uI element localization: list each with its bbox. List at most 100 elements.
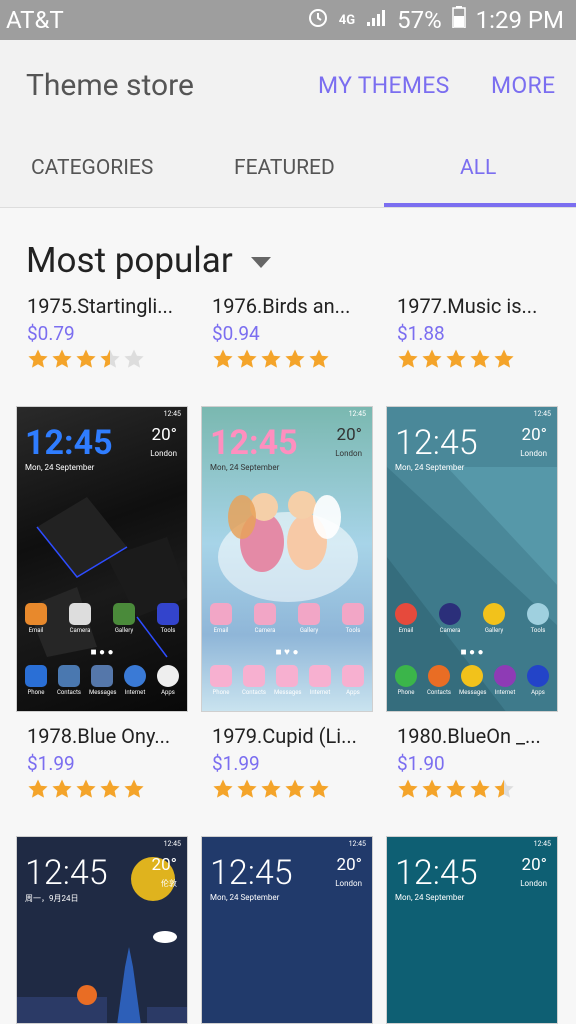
battery-percent: 57% [397, 6, 442, 34]
star-icon [285, 779, 305, 798]
tab-bar: CATEGORIES FEATURED ALL [0, 132, 576, 208]
theme-name: 1976.Birds an... [212, 294, 351, 318]
star-icon [309, 349, 329, 368]
star-icon [309, 779, 329, 798]
star-icon [213, 349, 233, 368]
preview-apps-bottom: Phone Contacts Messages Internet Apps [208, 665, 366, 696]
rating-stars [27, 348, 199, 370]
rating-stars [212, 778, 384, 800]
theme-name: 1978.Blue Ony... [27, 724, 171, 748]
theme-price: $1.99 [212, 752, 260, 775]
preview-apps-top: Email Camera Gallery Tools [23, 603, 181, 634]
star-icon [446, 779, 466, 798]
preview-weather: 20° London [335, 425, 362, 458]
preview-apps-top: Email Camera Gallery Tools [393, 603, 551, 634]
theme-thumbnail-navy[interactable]: 12:45 12:45 20° London Mon, 24 September [201, 836, 373, 1024]
star-icon [422, 349, 442, 368]
preview-apps-bottom: Phone Contacts Messages Internet Apps [23, 665, 181, 696]
theme-price: $1.90 [397, 752, 445, 775]
theme-thumbnail-cupid[interactable]: 12:45 12:45 20° London Mon, 24 September … [201, 406, 373, 712]
tab-featured[interactable]: FEATURED [234, 156, 335, 180]
app-bar: Theme store MY THEMES MORE [0, 40, 576, 132]
star-icon [28, 349, 48, 368]
theme-name: 1979.Cupid (Li... [212, 724, 357, 748]
preview-date: 周一，9月24日 [25, 894, 79, 903]
carrier-label: AT&T [6, 6, 64, 34]
star-icon [52, 349, 72, 368]
preview-time: 12:45 [25, 853, 108, 893]
theme-name: 1977.Music is... [397, 294, 538, 318]
status-bar: AT&T 4G 57% 1:29 PM [0, 0, 576, 40]
star-icon [446, 349, 466, 368]
rating-stars [27, 778, 199, 800]
theme-thumbnail-teal[interactable]: 12:45 12:45 20° London Mon, 24 September [386, 836, 558, 1024]
preview-weather: 20° 伦敦 [151, 855, 177, 888]
star-icon [100, 349, 120, 368]
clock: 1:29 PM [475, 6, 564, 34]
preview-apps-bottom: Phone Contacts Messages Internet Apps [393, 665, 551, 696]
more-button[interactable]: MORE [491, 72, 555, 99]
theme-name: 1980.BlueOn _... [397, 724, 541, 748]
theme-thumbnail-blue-onyx[interactable]: 12:45 12:45 20° London Mon, 24 September … [16, 406, 188, 712]
theme-price: $1.88 [397, 322, 445, 345]
theme-thumbnail-blueon[interactable]: 12:45 12:45 20° London Mon, 24 September … [386, 406, 558, 712]
theme-item[interactable]: 1975.Startingli... $0.79 [27, 294, 199, 370]
preview-apps-top: Email Camera Gallery Tools [208, 603, 366, 634]
star-icon [422, 779, 442, 798]
section-title: Most popular [26, 240, 233, 281]
page-title: Theme store [26, 68, 194, 103]
preview-status: 12:45 [348, 410, 366, 418]
star-icon [76, 779, 96, 798]
star-icon [52, 779, 72, 798]
preview-date: Mon, 24 September [210, 893, 280, 902]
alarm-icon [307, 6, 329, 34]
theme-item[interactable]: 1976.Birds an... $0.94 [212, 294, 384, 370]
preview-time: 12:45 [395, 423, 478, 463]
preview-weather: 20° London [520, 855, 547, 888]
star-icon [470, 779, 490, 798]
tab-categories[interactable]: CATEGORIES [31, 156, 153, 180]
theme-item[interactable]: 1979.Cupid (Li... $1.99 [212, 724, 384, 800]
preview-date: Mon, 24 September [395, 463, 465, 472]
rating-stars [397, 778, 569, 800]
theme-price: $0.79 [27, 322, 75, 345]
preview-status: 12:45 [348, 840, 366, 848]
preview-status: 12:45 [533, 410, 551, 418]
signal-icon [365, 6, 387, 34]
preview-date: Mon, 24 September [25, 463, 95, 472]
battery-icon [451, 6, 466, 34]
theme-item[interactable]: 1977.Music is... $1.88 [397, 294, 569, 370]
preview-weather: 20° London [520, 425, 547, 458]
tab-all[interactable]: ALL [460, 156, 496, 180]
star-icon [237, 779, 257, 798]
star-icon [237, 349, 257, 368]
dropdown-caret-icon [250, 257, 271, 268]
tab-indicator [384, 203, 576, 207]
preview-status: 12:45 [533, 840, 551, 848]
lte-icon: 4G [338, 12, 356, 28]
star-icon [494, 779, 514, 798]
star-icon [124, 349, 144, 368]
star-icon [124, 779, 144, 798]
star-icon [261, 779, 281, 798]
star-icon [261, 349, 281, 368]
star-icon [494, 349, 514, 368]
preview-time: 12:45 [395, 853, 478, 893]
theme-item[interactable]: 1980.BlueOn _... $1.90 [397, 724, 569, 800]
preview-time: 12:45 [25, 423, 113, 463]
rating-stars [212, 348, 384, 370]
star-icon [285, 349, 305, 368]
star-icon [398, 779, 418, 798]
preview-status: 12:45 [163, 840, 181, 848]
my-themes-button[interactable]: MY THEMES [318, 72, 450, 99]
star-icon [28, 779, 48, 798]
theme-price: $1.99 [27, 752, 75, 775]
preview-time: 12:45 [210, 423, 298, 463]
star-icon [470, 349, 490, 368]
theme-thumbnail-paris[interactable]: 12:45 12:45 20° 伦敦 周一，9月24日 [16, 836, 188, 1024]
theme-item[interactable]: 1978.Blue Ony... $1.99 [27, 724, 199, 800]
preview-status: 12:45 [163, 410, 181, 418]
preview-time: 12:45 [210, 853, 293, 893]
sort-dropdown[interactable]: Most popular [26, 240, 271, 281]
star-icon [76, 349, 96, 368]
